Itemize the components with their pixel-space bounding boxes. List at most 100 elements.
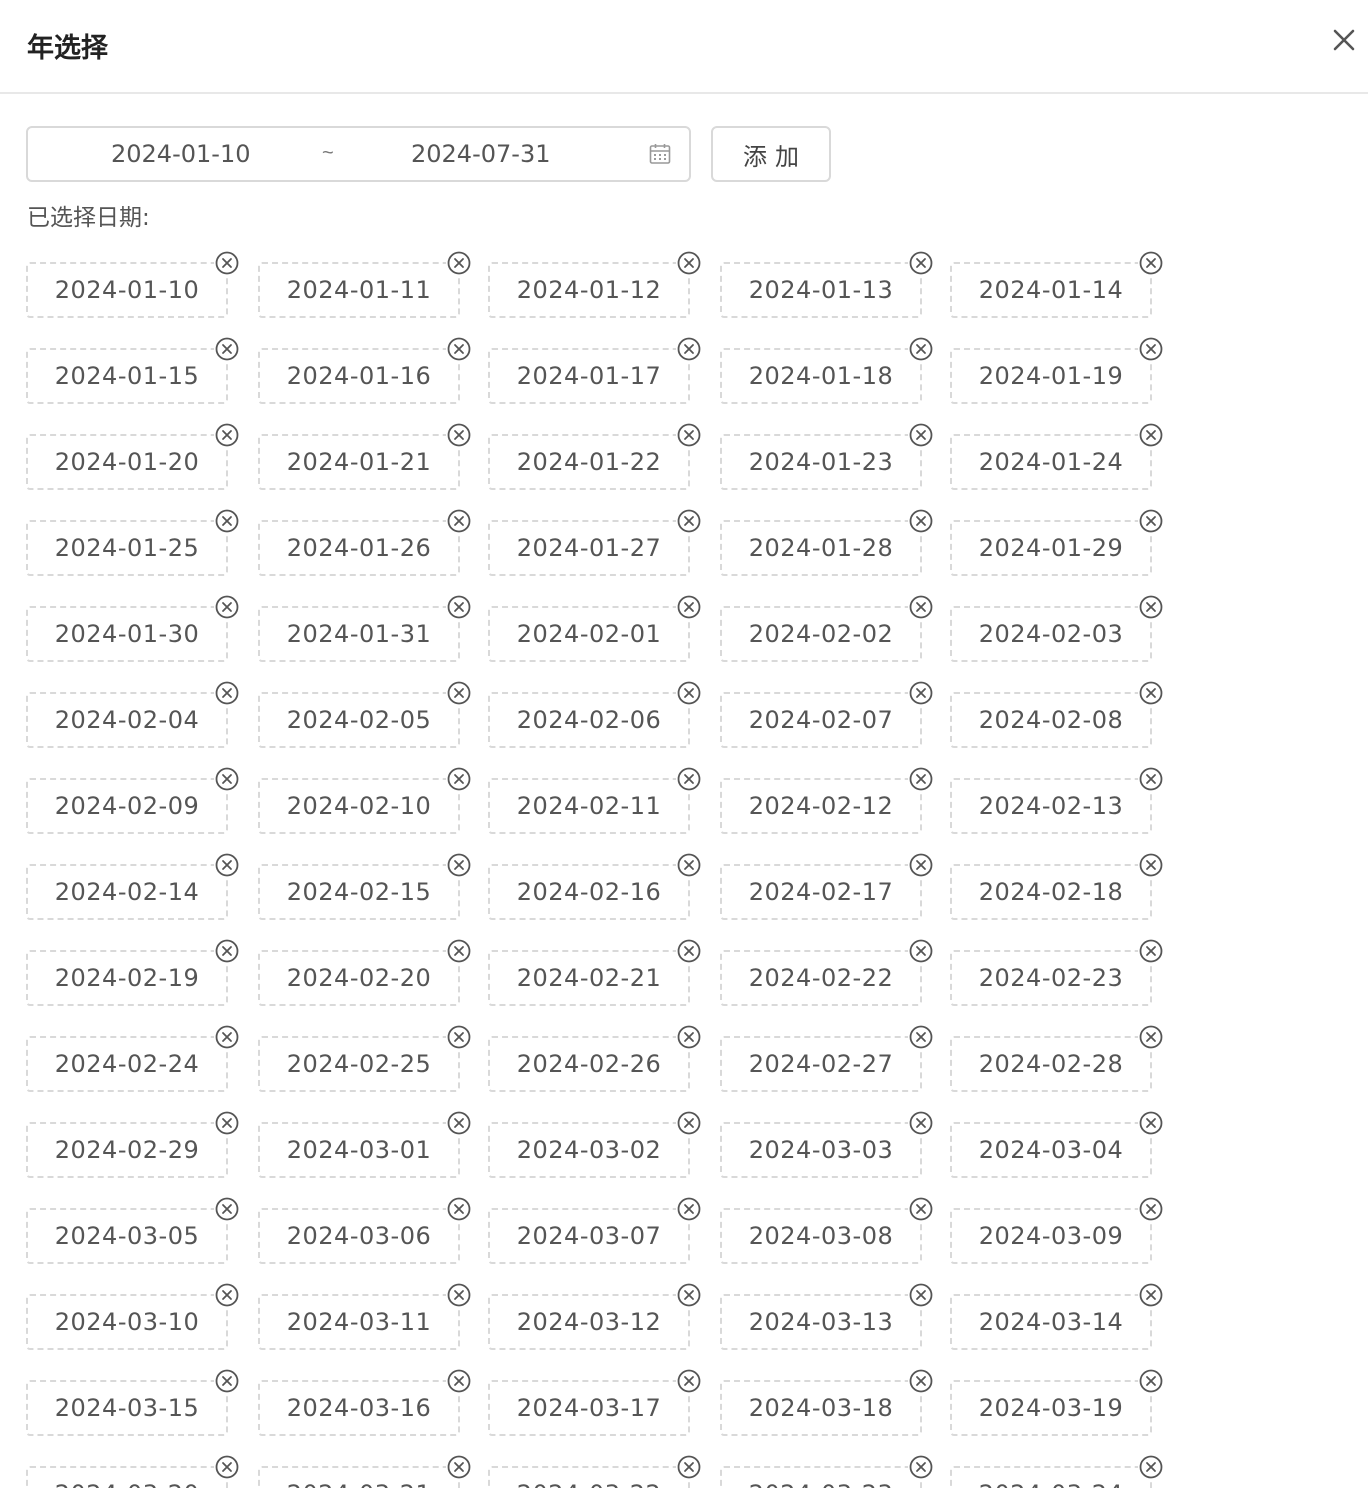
close-circle-icon[interactable] [446,594,472,620]
date-tag-label: 2024-01-20 [54,448,200,476]
close-circle-icon[interactable] [446,1110,472,1136]
close-circle-icon[interactable] [446,938,472,964]
date-tag-label: 2024-02-06 [516,706,662,734]
close-circle-icon[interactable] [908,1110,934,1136]
close-circle-icon[interactable] [214,766,240,792]
date-tag: 2024-02-16 [488,852,702,920]
date-tag-label: 2024-03-13 [748,1308,894,1336]
close-circle-icon[interactable] [676,1024,702,1050]
close-circle-icon[interactable] [676,250,702,276]
close-circle-icon[interactable] [1138,250,1164,276]
close-circle-icon[interactable] [908,594,934,620]
close-circle-icon[interactable] [676,1196,702,1222]
close-circle-icon[interactable] [1138,938,1164,964]
close-circle-icon[interactable] [1138,1454,1164,1480]
close-circle-icon[interactable] [676,422,702,448]
close-circle-icon[interactable] [446,680,472,706]
close-icon[interactable] [1326,22,1362,58]
date-tag-label: 2024-01-31 [286,620,432,648]
date-tag: 2024-02-05 [258,680,472,748]
close-circle-icon[interactable] [446,422,472,448]
close-circle-icon[interactable] [1138,852,1164,878]
close-circle-icon[interactable] [676,766,702,792]
close-circle-icon[interactable] [676,852,702,878]
date-tag-label: 2024-01-13 [748,276,894,304]
close-circle-icon[interactable] [1138,508,1164,534]
close-circle-icon[interactable] [446,1196,472,1222]
close-circle-icon[interactable] [676,1110,702,1136]
date-tag-label: 2024-03-17 [516,1394,662,1422]
date-range-picker[interactable]: 2024-01-10 ~ 2024-07-31 [26,126,691,182]
close-circle-icon[interactable] [1138,594,1164,620]
close-circle-icon[interactable] [214,1282,240,1308]
close-circle-icon[interactable] [214,680,240,706]
close-circle-icon[interactable] [676,336,702,362]
close-circle-icon[interactable] [676,938,702,964]
range-start-input[interactable]: 2024-01-10 [111,140,250,168]
date-tag: 2024-03-19 [950,1368,1164,1436]
close-circle-icon[interactable] [446,1024,472,1050]
close-circle-icon[interactable] [446,250,472,276]
close-circle-icon[interactable] [908,1024,934,1050]
date-tag-label: 2024-03-23 [749,1480,893,1488]
close-circle-icon[interactable] [214,250,240,276]
close-circle-icon[interactable] [446,852,472,878]
date-tag: 2024-01-15 [26,336,240,404]
close-circle-icon[interactable] [676,508,702,534]
date-tag: 2024-03-24 [950,1454,1164,1488]
close-circle-icon[interactable] [214,1196,240,1222]
close-circle-icon[interactable] [908,680,934,706]
close-circle-icon[interactable] [214,336,240,362]
close-circle-icon[interactable] [908,1368,934,1394]
close-circle-icon[interactable] [214,1024,240,1050]
add-button[interactable]: 添加 [711,126,831,182]
close-circle-icon[interactable] [908,336,934,362]
close-circle-icon[interactable] [908,852,934,878]
close-circle-icon[interactable] [908,938,934,964]
close-circle-icon[interactable] [446,1368,472,1394]
close-circle-icon[interactable] [446,1454,472,1480]
close-circle-icon[interactable] [1138,1196,1164,1222]
close-circle-icon[interactable] [676,594,702,620]
close-circle-icon[interactable] [446,508,472,534]
close-circle-icon[interactable] [1138,766,1164,792]
close-circle-icon[interactable] [1138,1110,1164,1136]
close-circle-icon[interactable] [1138,1024,1164,1050]
close-circle-icon[interactable] [1138,422,1164,448]
close-circle-icon[interactable] [908,508,934,534]
close-circle-icon[interactable] [446,766,472,792]
close-circle-icon[interactable] [908,766,934,792]
close-circle-icon[interactable] [676,1368,702,1394]
close-circle-icon[interactable] [1138,336,1164,362]
date-tag: 2024-02-17 [720,852,934,920]
close-circle-icon[interactable] [676,680,702,706]
close-circle-icon[interactable] [908,1282,934,1308]
close-circle-icon[interactable] [1138,680,1164,706]
date-tag-label: 2024-02-09 [54,792,200,820]
close-circle-icon[interactable] [214,594,240,620]
close-circle-icon[interactable] [1138,1282,1164,1308]
close-circle-icon[interactable] [676,1282,702,1308]
close-circle-icon[interactable] [446,1282,472,1308]
close-circle-icon[interactable] [1138,1368,1164,1394]
range-end-input[interactable]: 2024-07-31 [411,140,550,168]
close-circle-icon[interactable] [214,1368,240,1394]
calendar-icon[interactable] [648,142,672,166]
date-tag: 2024-01-14 [950,250,1164,318]
close-circle-icon[interactable] [214,508,240,534]
close-circle-icon[interactable] [214,852,240,878]
close-circle-icon[interactable] [214,938,240,964]
date-tag: 2024-02-04 [26,680,240,748]
close-circle-icon[interactable] [214,1454,240,1480]
date-tag: 2024-02-11 [488,766,702,834]
close-circle-icon[interactable] [214,1110,240,1136]
close-circle-icon[interactable] [908,1196,934,1222]
close-circle-icon[interactable] [446,336,472,362]
close-circle-icon[interactable] [676,1454,702,1480]
date-tag: 2024-02-12 [720,766,934,834]
close-circle-icon[interactable] [214,422,240,448]
date-tag-label: 2024-01-11 [286,276,432,304]
close-circle-icon[interactable] [908,250,934,276]
close-circle-icon[interactable] [908,422,934,448]
close-circle-icon[interactable] [908,1454,934,1480]
